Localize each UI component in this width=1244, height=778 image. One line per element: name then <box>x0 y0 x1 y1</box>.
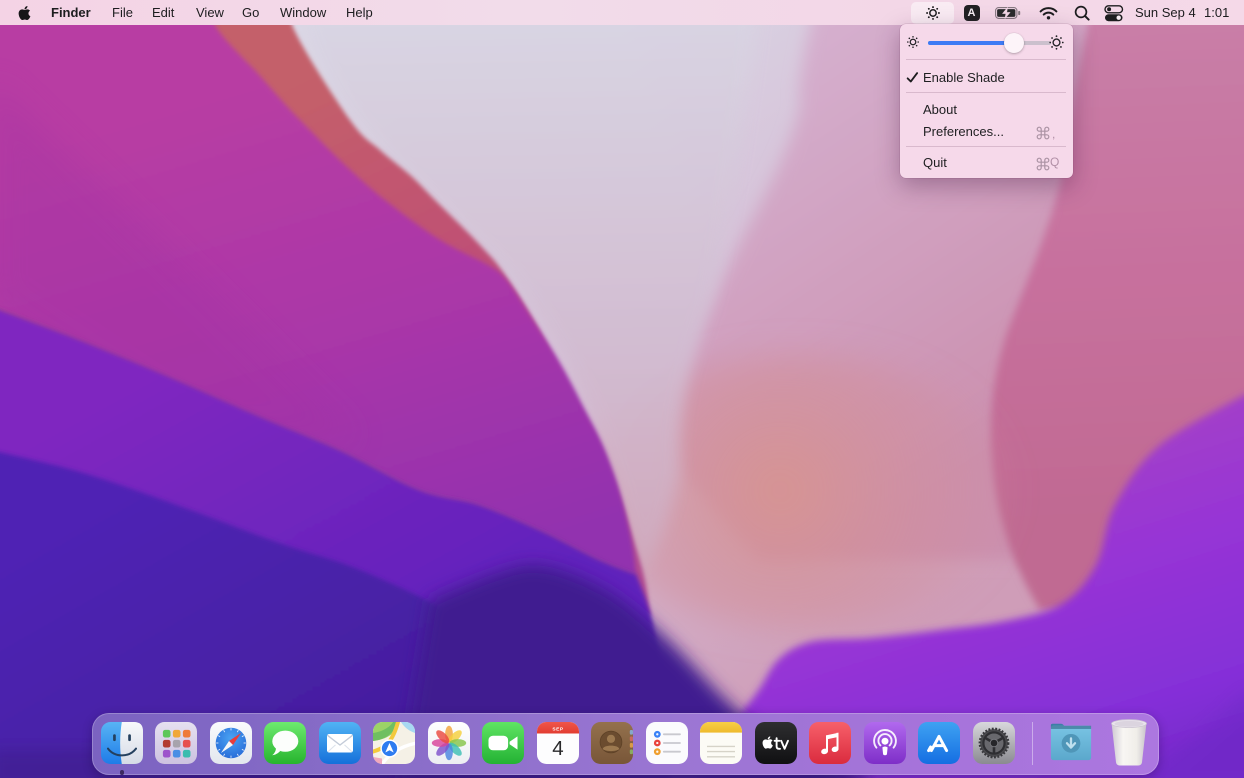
svg-text:4: 4 <box>552 737 563 760</box>
svg-text:SEP: SEP <box>552 727 564 733</box>
